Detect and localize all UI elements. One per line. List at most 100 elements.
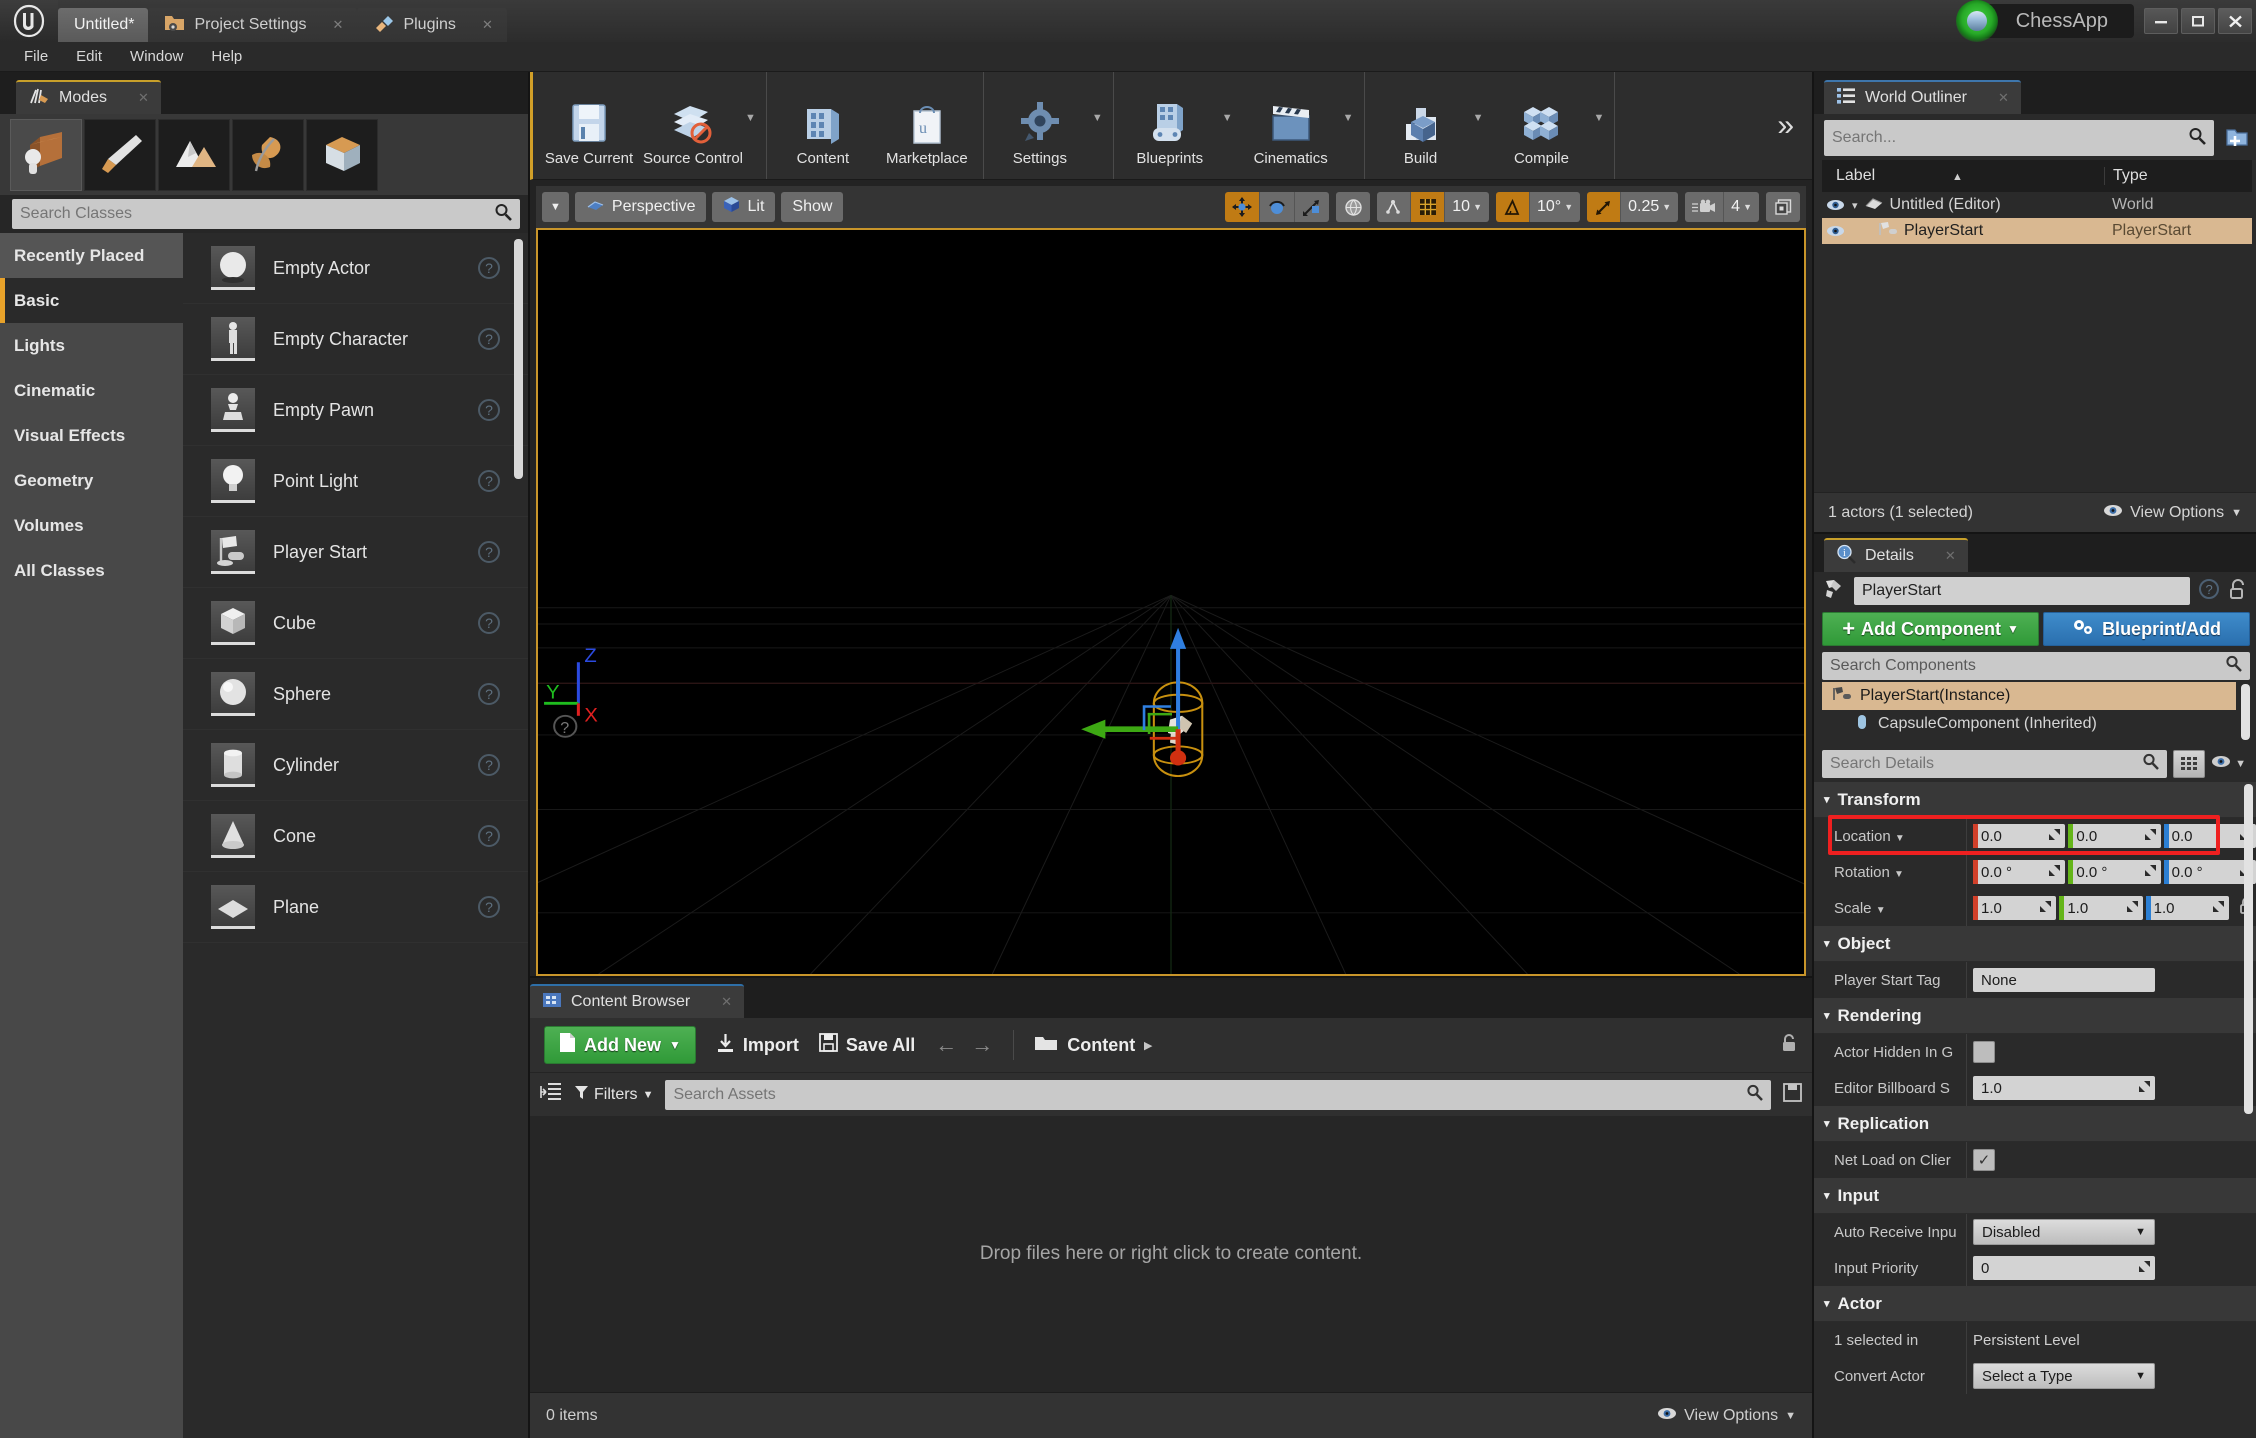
player-start-tag-field[interactable]: None [1973,968,2155,992]
content-view-options-button[interactable]: View Options ▼ [1657,1407,1796,1425]
outliner-column-type[interactable]: Type [2104,167,2252,185]
help-circle-icon[interactable]: ? [478,541,500,563]
save-all-button[interactable]: Save All [819,1033,915,1057]
spinner-icon[interactable] [2138,1260,2151,1276]
search-assets-input[interactable] [673,1085,1746,1104]
lock-icon[interactable] [1780,1033,1798,1058]
toolbar-save-current-button[interactable]: Save Current [537,72,641,179]
section-replication[interactable]: ▾ Replication [1814,1106,2256,1142]
chevron-down-icon[interactable]: ▼ [1894,869,1904,880]
add-folder-icon[interactable] [2222,127,2256,148]
spinner-icon[interactable] [2126,900,2139,916]
perspective-button[interactable]: Perspective [574,192,707,222]
search-details-box[interactable] [1822,750,2168,778]
foliage-mode[interactable] [232,119,304,191]
section-rendering[interactable]: ▾ Rendering [1814,998,2256,1034]
actor-name-field[interactable]: PlayerStart [1854,577,2190,605]
spinner-icon[interactable] [2039,900,2052,916]
lit-button[interactable]: Lit [712,192,776,222]
live-coding-icon[interactable] [1955,0,1998,42]
toolbar-cinematics-dropdown[interactable]: ▼ [1343,72,1360,179]
actor-hidden-in-g-checkbox[interactable] [1973,1041,1995,1063]
menu-item-file[interactable]: File [12,45,60,68]
chevron-down-icon[interactable]: ▼ [1876,905,1886,916]
location-y-field[interactable]: 0.0 [2068,824,2161,848]
world-space-toggle[interactable] [1336,192,1371,222]
search-classes-box[interactable] [12,199,520,229]
add-new-button[interactable]: Add New ▼ [544,1026,696,1064]
tab-world-outliner[interactable]: World Outliner ✕ [1824,80,2021,114]
search-components-box[interactable]: Search Components [1822,652,2250,680]
close-icon[interactable]: ✕ [333,17,344,33]
toolbar-blueprints-button[interactable]: Blueprints [1118,72,1222,179]
outliner-search-input[interactable] [1832,129,2188,147]
spinner-icon[interactable] [2144,864,2157,880]
toolbar-build-dropdown[interactable]: ▼ [1473,72,1490,179]
placement-item-sphere[interactable]: Sphere ? [183,659,528,730]
spinner-icon[interactable] [2212,900,2225,916]
category-volumes[interactable]: Volumes [0,503,183,548]
help-circle-icon[interactable]: ? [478,825,500,847]
spinner-icon[interactable] [2138,1080,2151,1096]
breadcrumb[interactable]: Content ▸ [1034,1034,1152,1057]
placement-item-cube[interactable]: Cube ? [183,588,528,659]
chevron-right-icon[interactable]: ▸ [1144,1036,1152,1054]
visibility-eye-icon[interactable] [1822,199,1848,211]
camera-speed-icon[interactable] [1685,192,1725,222]
blueprint-add-script-button[interactable]: Blueprint/Add [2043,612,2250,646]
tab-modes[interactable]: Modes ✕ [16,80,161,114]
placement-item-cylinder[interactable]: Cylinder ? [183,730,528,801]
category-cinematic[interactable]: Cinematic [0,368,183,413]
forward-button[interactable]: → [971,1032,993,1058]
placement-item-point-light[interactable]: Point Light ? [183,446,528,517]
spinner-icon[interactable] [2048,828,2061,844]
visibility-eye-icon[interactable] [1822,225,1848,237]
search-classes-input[interactable] [20,205,494,223]
translate-tool[interactable] [1225,192,1261,222]
import-button[interactable]: Import [716,1033,799,1058]
component-scrollbar[interactable] [2241,684,2250,740]
search-assets-box[interactable] [665,1079,1771,1110]
toolbar-marketplace-button[interactable]: u Marketplace [875,72,979,179]
help-circle-icon[interactable]: ? [478,754,500,776]
menu-item-window[interactable]: Window [118,45,195,68]
outliner-view-options-button[interactable]: View Options ▼ [2103,504,2242,522]
help-circle-icon[interactable]: ? [478,683,500,705]
back-button[interactable]: ← [935,1032,957,1058]
toolbar-build-button[interactable]: Build [1369,72,1473,179]
close-icon[interactable]: ✕ [1945,548,1956,564]
scale-tool[interactable] [1295,192,1330,222]
location-x-field[interactable]: 0.0 [1973,824,2066,848]
auto-receive-inpu-dropdown[interactable]: Disabled ▼ [1973,1219,2155,1245]
tab-2[interactable]: Plugins ✕ [357,8,507,42]
maximize-button[interactable] [2181,8,2215,34]
expander-icon[interactable]: ▾ [1852,199,1858,212]
show-button[interactable]: Show [781,192,844,222]
details-grid-view-button[interactable] [2173,750,2206,778]
minimize-button[interactable] [2144,8,2178,34]
angle-snap-value[interactable]: 10° ▼ [1529,192,1581,222]
landscape-mode[interactable] [158,119,230,191]
placement-item-empty-character[interactable]: Empty Character ? [183,304,528,375]
outliner-search-box[interactable] [1824,120,2214,156]
camera-speed-value[interactable]: 4 ▼ [1724,192,1759,222]
section-input[interactable]: ▾ Input [1814,1178,2256,1214]
menu-item-help[interactable]: Help [199,45,254,68]
tab-content-browser[interactable]: Content Browser ✕ [530,984,745,1018]
close-icon[interactable]: ✕ [138,90,149,106]
toolbar-blueprints-dropdown[interactable]: ▼ [1222,72,1239,179]
rotation-z-field[interactable]: 0.0 ° [2163,860,2256,884]
outliner-column-label[interactable]: Label ▲ [1822,167,2104,185]
rotation-x-field[interactable]: 0.0 ° [1973,860,2066,884]
category-visual-effects[interactable]: Visual Effects [0,413,183,458]
convert-actor-dropdown[interactable]: Select a Type ▼ [1973,1363,2155,1389]
tab-1[interactable]: Project Settings ✕ [148,8,358,42]
filters-button[interactable]: Filters ▼ [574,1085,653,1105]
toolbar-source-control-button[interactable]: Source Control [641,72,745,179]
close-icon[interactable]: ✕ [721,994,732,1010]
add-component-button[interactable]: + Add Component ▼ [1822,612,2040,646]
help-circle-icon[interactable]: ? [478,896,500,918]
section-object[interactable]: ▾ Object [1814,926,2256,962]
spinner-icon[interactable] [2048,864,2061,880]
source-panel-toggle-icon[interactable] [540,1082,562,1107]
